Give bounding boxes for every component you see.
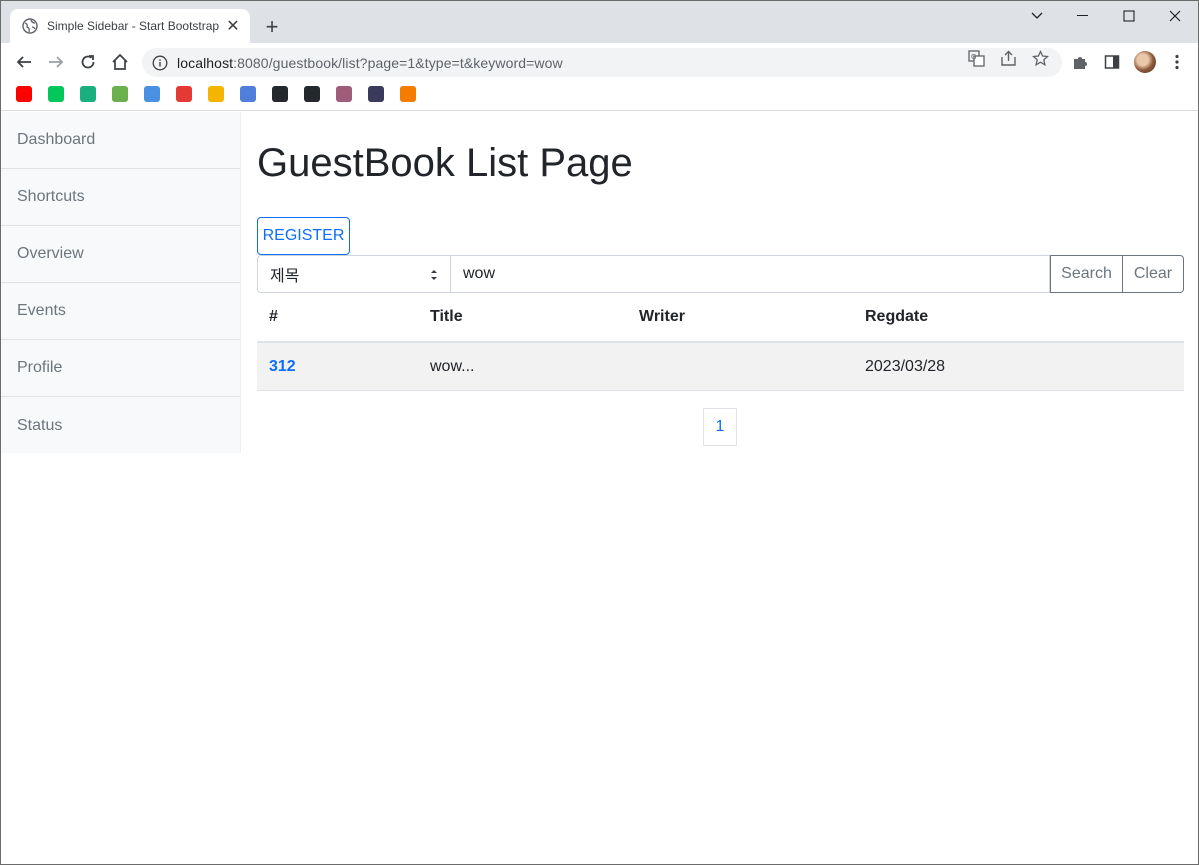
header-regdate: Regdate (865, 308, 929, 325)
profile-avatar[interactable] (1134, 51, 1156, 73)
sidebar-item-events[interactable]: Events (1, 283, 240, 340)
minimize-icon[interactable] (1060, 1, 1106, 31)
page-link-1[interactable]: 1 (703, 408, 737, 446)
github-bookmark-icon[interactable] (304, 86, 320, 102)
sidebar: Dashboard Shortcuts Overview Events Prof… (1, 112, 241, 453)
sidebar-item-profile[interactable]: Profile (1, 340, 240, 397)
bookmark-3-bookmark-icon[interactable] (80, 86, 96, 102)
header-title: Title (430, 308, 463, 325)
table-header: # Title Writer Regdate (257, 293, 1184, 343)
bookmark-star-icon[interactable] (1031, 49, 1049, 67)
svg-text:G: G (971, 53, 976, 61)
sidebar-item-status[interactable]: Status (1, 397, 240, 454)
new-tab-button[interactable]: + (259, 14, 285, 40)
bookmarks-bar (1, 81, 1198, 111)
tab-title: Simple Sidebar - Start Bootstrap (47, 19, 220, 33)
bookmark-6-bookmark-icon[interactable] (176, 86, 192, 102)
gno-link[interactable]: 312 (269, 358, 296, 375)
maximize-icon[interactable] (1106, 1, 1152, 31)
row-title: wow... (430, 357, 475, 375)
sidebar-item-shortcuts[interactable]: Shortcuts (1, 169, 240, 226)
share-icon[interactable] (999, 49, 1017, 67)
clear-button[interactable]: Clear (1123, 255, 1184, 293)
bookmark-9-bookmark-icon[interactable] (272, 86, 288, 102)
back-arrow-icon[interactable] (10, 48, 38, 76)
table-row: 312 wow... 2023/03/28 (257, 343, 1184, 391)
row-regdate: 2023/03/28 (865, 357, 946, 375)
side-panel-icon[interactable] (1101, 51, 1123, 73)
search-button[interactable]: Search (1050, 255, 1123, 293)
tab-search-chevron-icon[interactable] (1014, 1, 1060, 31)
bookmark-4-bookmark-icon[interactable] (112, 86, 128, 102)
page-title: GuestBook List Page (257, 141, 633, 185)
globe-icon (22, 18, 38, 34)
search-form: 제목 wow Search Clear (257, 255, 1184, 293)
translate-icon[interactable]: G (967, 49, 985, 67)
url-text: localhost:8080/guestbook/list?page=1&typ… (177, 54, 563, 71)
sidebar-item-dashboard[interactable]: Dashboard (1, 112, 240, 169)
keyword-input[interactable]: wow (451, 255, 1050, 293)
home-icon[interactable] (106, 48, 134, 76)
header-writer: Writer (639, 308, 685, 325)
extensions-puzzle-icon[interactable] (1069, 51, 1091, 73)
tab-strip: Simple Sidebar - Start Bootstrap ✕ + (1, 1, 1198, 43)
kebab-menu-icon[interactable] (1166, 51, 1188, 73)
reload-icon[interactable] (74, 48, 102, 76)
search-type-select[interactable]: 제목 (257, 255, 451, 293)
forward-arrow-icon[interactable] (42, 48, 70, 76)
tab-close-icon[interactable]: ✕ (224, 17, 242, 35)
naver-bookmark-icon[interactable] (48, 86, 64, 102)
register-button[interactable]: REGISTER (257, 217, 350, 255)
youtube-bookmark-icon[interactable] (16, 86, 32, 102)
bookmark-11-bookmark-icon[interactable] (336, 86, 352, 102)
bookmark-5-bookmark-icon[interactable] (144, 86, 160, 102)
info-icon[interactable] (152, 55, 168, 71)
select-caret-icon (431, 270, 437, 280)
address-bar[interactable]: localhost:8080/guestbook/list?page=1&typ… (142, 48, 1062, 77)
close-window-icon[interactable] (1152, 1, 1198, 31)
guestbook-table: # Title Writer Regdate 312 wow... 2023/0… (257, 293, 1184, 391)
bookmark-8-bookmark-icon[interactable] (240, 86, 256, 102)
sidebar-item-overview[interactable]: Overview (1, 226, 240, 283)
bookmark-7-bookmark-icon[interactable] (208, 86, 224, 102)
bookmark-13-bookmark-icon[interactable] (400, 86, 416, 102)
header-no: # (269, 308, 278, 325)
search-type-value: 제목 (270, 268, 300, 285)
browser-tab[interactable]: Simple Sidebar - Start Bootstrap ✕ (10, 9, 250, 43)
browser-toolbar: localhost:8080/guestbook/list?page=1&typ… (1, 43, 1198, 81)
bookmark-12-bookmark-icon[interactable] (368, 86, 384, 102)
